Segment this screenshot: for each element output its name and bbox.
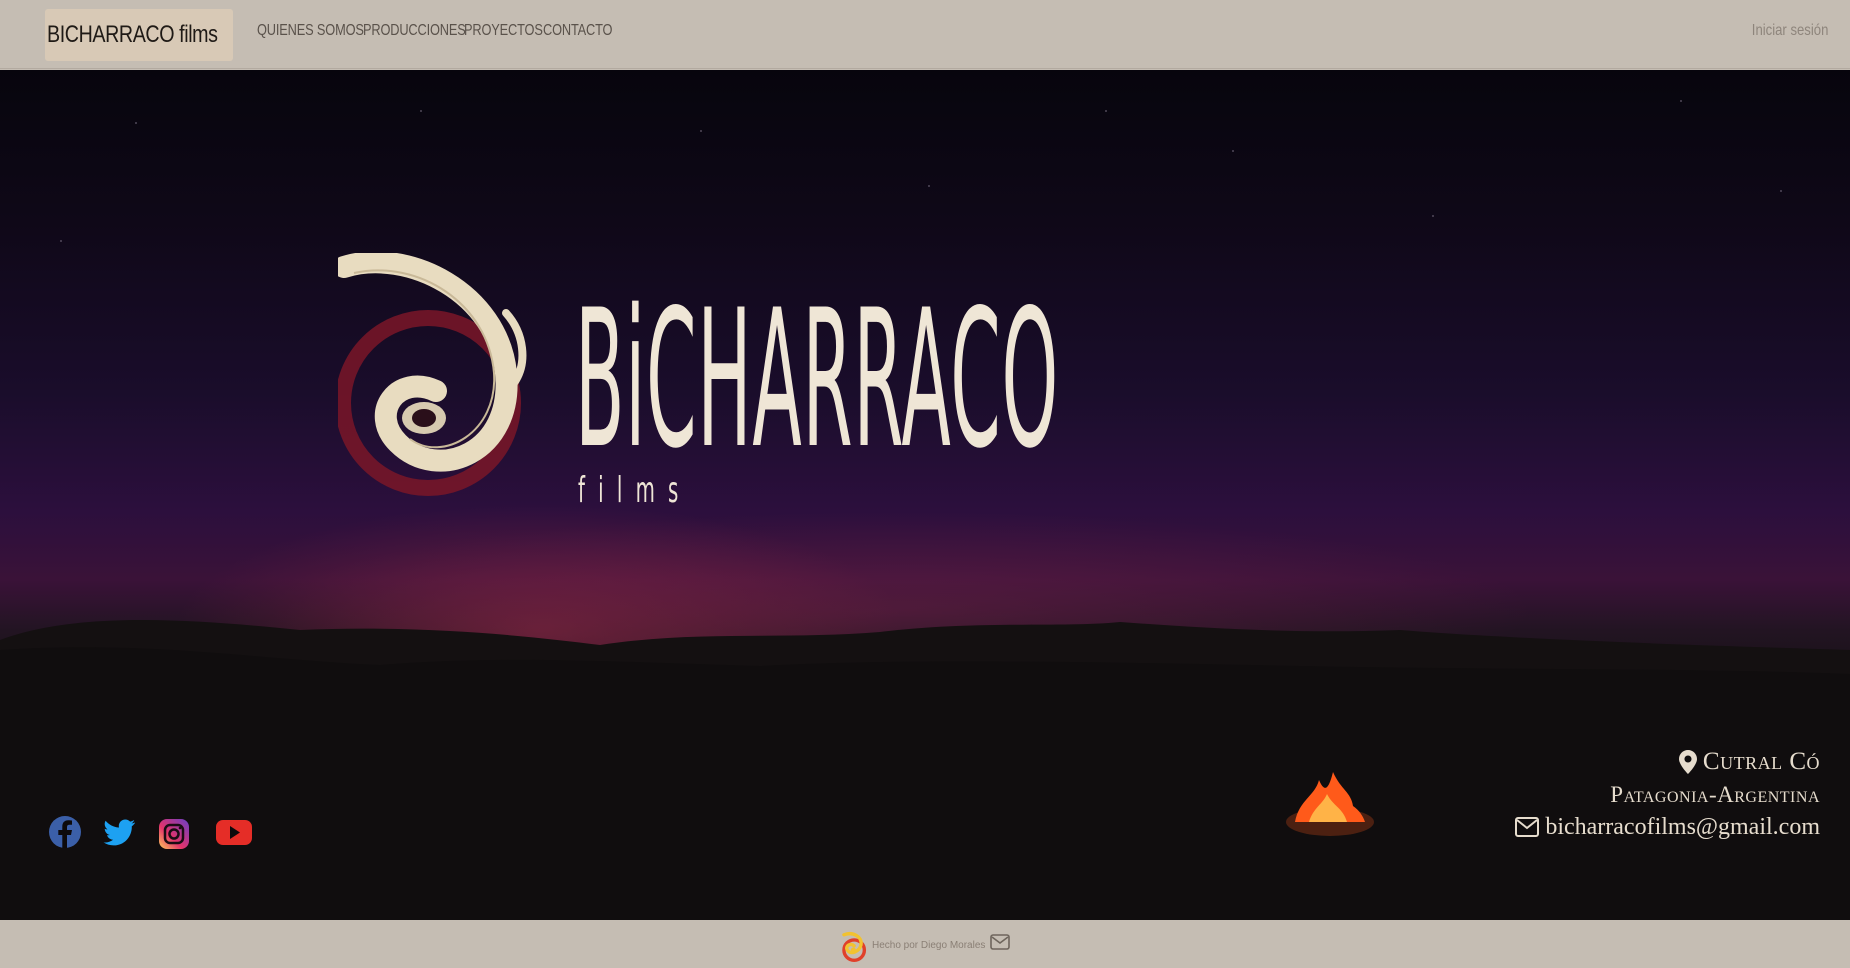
footer-logo-icon [842,932,867,962]
youtube-icon[interactable] [215,815,253,849]
facebook-icon[interactable] [48,815,82,849]
nav-quienes-somos[interactable]: QUIENES SOMOS [257,22,364,40]
bicharraco-large-logo-icon [338,253,527,496]
footer-credit-text: Hecho por Diego Morales [872,939,986,951]
top-navbar: BICHARRACO films QUIENES SOMOS PRODUCCIO… [0,0,1850,69]
page-footer: Hecho por Diego Morales [0,920,1850,968]
contact-city-row: Cutral Có [1515,745,1820,779]
hero-subtitle: films [578,470,692,511]
footer-credit: Hecho por Diego Morales [840,928,1011,962]
contact-region: Patagonia-Argentina [1610,782,1820,807]
contact-email[interactable]: bicharracofilms@gmail.com [1545,814,1820,841]
map-marker-icon [1678,750,1697,774]
envelope-icon [1515,817,1540,837]
nav-producciones[interactable]: PRODUCCIONES [363,22,466,40]
nav-proyectos[interactable]: PROYECTOS [464,22,543,40]
campfire [1286,772,1374,836]
brand-home-link[interactable]: BICHARRACO films [45,9,233,61]
contact-region-row: Patagonia-Argentina [1515,779,1820,811]
nav-contacto[interactable]: CONTACTO [543,22,613,40]
contact-info: Cutral Có Patagonia-Argentina bicharraco… [1515,745,1820,843]
footer-envelope-icon[interactable] [990,934,1011,950]
contact-email-row[interactable]: bicharracofilms@gmail.com [1515,811,1820,843]
twitter-icon[interactable] [103,815,137,849]
hero-title: BiCHARRACO [575,269,1060,490]
instagram-icon[interactable] [158,818,190,850]
login-link[interactable]: Iniciar sesión [1751,22,1828,40]
contact-city: Cutral Có [1702,748,1820,775]
brand-name: BICHARRACO films [47,21,218,48]
